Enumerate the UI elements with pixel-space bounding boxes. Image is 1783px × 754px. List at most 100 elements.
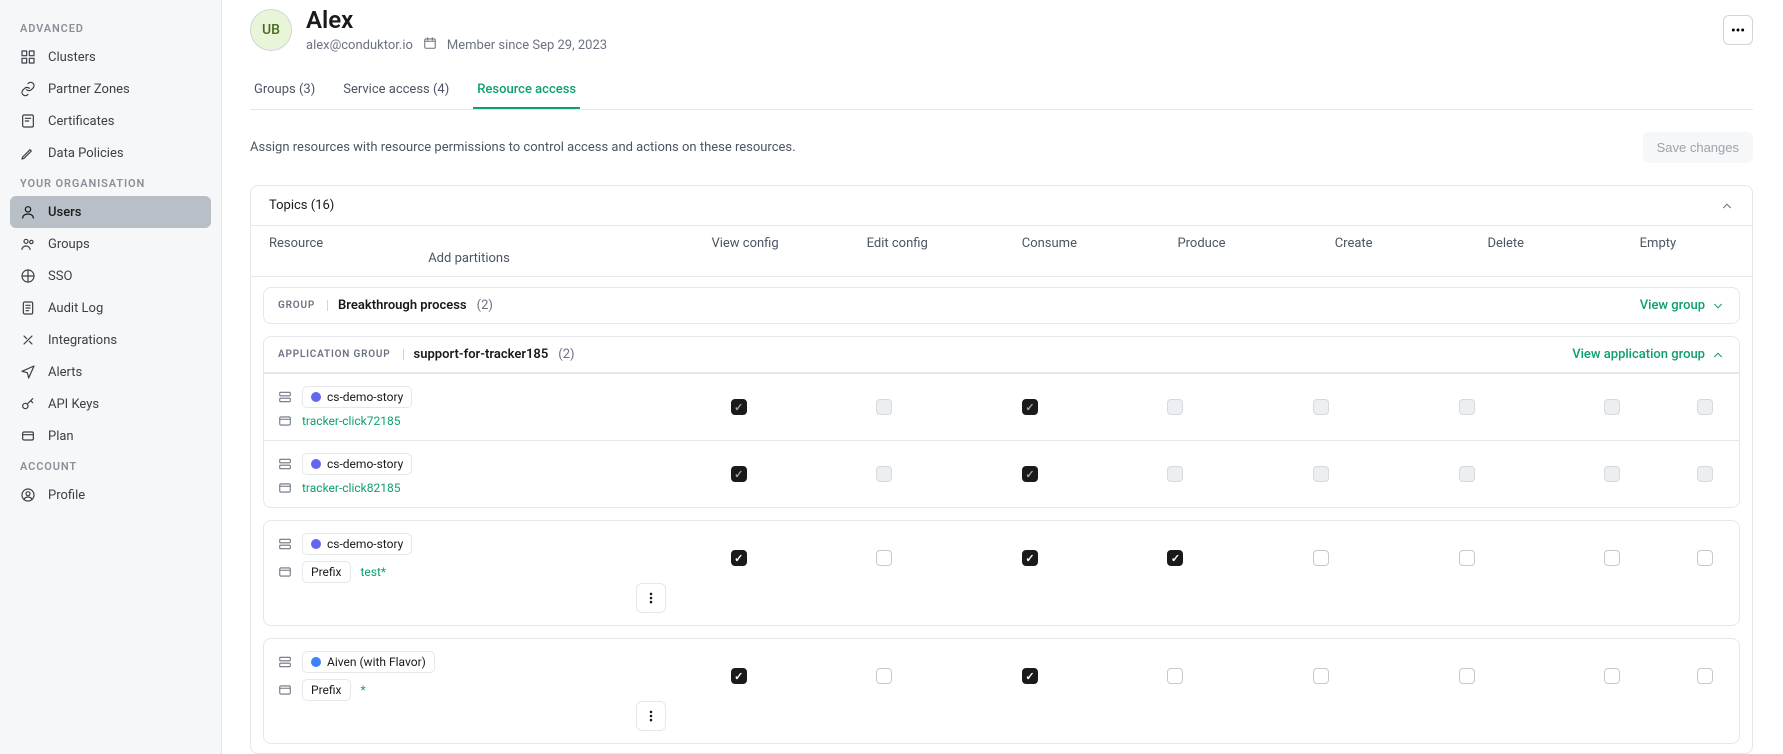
sidebar-item-audit-log[interactable]: Audit Log xyxy=(10,292,211,324)
sidebar-item-data-policies[interactable]: Data Policies xyxy=(10,137,211,169)
permission-checkbox xyxy=(1697,399,1713,415)
permission-checkbox[interactable] xyxy=(1697,668,1713,684)
permission-checkbox[interactable] xyxy=(1697,550,1713,566)
permission-checkbox[interactable] xyxy=(731,550,747,566)
sidebar-item-certificates[interactable]: Certificates xyxy=(10,105,211,137)
permission-checkbox xyxy=(1604,399,1620,415)
topic-icon xyxy=(278,481,292,495)
permission-checkbox xyxy=(1167,466,1183,482)
sidebar-item-users[interactable]: Users xyxy=(10,196,211,228)
cluster-chip[interactable]: Aiven (with Flavor) xyxy=(302,651,435,673)
prefix-chip: Prefix xyxy=(302,679,351,701)
prefix-value[interactable]: * xyxy=(361,683,366,697)
permission-checkbox[interactable] xyxy=(1459,550,1475,566)
app-group-badge: APPLICATION GROUP xyxy=(278,349,404,360)
panel-title: Topics (16) xyxy=(269,198,334,213)
view-app-group-link[interactable]: View application group xyxy=(1572,347,1725,362)
permission-checkbox[interactable] xyxy=(876,550,892,566)
application-group: APPLICATION GROUPsupport-for-tracker185(… xyxy=(263,336,1740,508)
permission-checkbox[interactable] xyxy=(731,668,747,684)
sidebar-item-label: Users xyxy=(48,205,81,220)
permission-checkbox[interactable] xyxy=(1604,550,1620,566)
row-menu-button[interactable] xyxy=(636,701,666,731)
tab-description: Assign resources with resource permissio… xyxy=(250,140,796,155)
user-name: Alex xyxy=(306,6,607,34)
column-header: Edit config xyxy=(821,236,973,251)
sso-icon xyxy=(20,268,36,284)
save-changes-button[interactable]: Save changes xyxy=(1643,132,1753,163)
link-icon xyxy=(20,81,36,97)
cluster-chip[interactable]: cs-demo-story xyxy=(302,453,412,475)
permission-checkbox xyxy=(731,399,747,415)
avatar: UB xyxy=(250,9,292,51)
plan-icon xyxy=(20,428,36,444)
sidebar-item-label: Clusters xyxy=(48,50,96,65)
permission-checkbox xyxy=(876,466,892,482)
sidebar-item-groups[interactable]: Groups xyxy=(10,228,211,260)
sidebar-item-api-keys[interactable]: API Keys xyxy=(10,388,211,420)
permission-checkbox[interactable] xyxy=(1459,668,1475,684)
column-header: Delete xyxy=(1430,236,1582,251)
tab-service[interactable]: Service access (4) xyxy=(339,72,453,109)
permission-checkbox[interactable] xyxy=(1022,550,1038,566)
sidebar-section-title: ADVANCED xyxy=(10,14,211,41)
users-icon xyxy=(20,236,36,252)
column-header: Consume xyxy=(973,236,1125,251)
cert-icon xyxy=(20,113,36,129)
row-menu-button[interactable] xyxy=(636,583,666,613)
sidebar-item-integrations[interactable]: Integrations xyxy=(10,324,211,356)
tab-groups[interactable]: Groups (3) xyxy=(250,72,319,109)
sidebar-item-label: Integrations xyxy=(48,333,117,348)
cluster-chip[interactable]: cs-demo-story xyxy=(302,533,412,555)
column-header: Add partitions xyxy=(269,251,669,266)
topics-panel: Topics (16) ResourceView configEdit conf… xyxy=(250,185,1753,754)
view-group-link[interactable]: View group xyxy=(1640,298,1725,313)
column-header: View config xyxy=(669,236,821,251)
user-header: UB Alex alex@conduktor.io Member since S… xyxy=(250,0,1783,54)
permission-checkbox[interactable] xyxy=(1313,668,1329,684)
column-header: Produce xyxy=(1125,236,1277,251)
sidebar-section-title: ACCOUNT xyxy=(10,452,211,479)
grid-icon xyxy=(20,49,36,65)
sidebar-item-sso[interactable]: SSO xyxy=(10,260,211,292)
sidebar-item-plan[interactable]: Plan xyxy=(10,420,211,452)
permission-checkbox[interactable] xyxy=(1167,668,1183,684)
sidebar-item-profile[interactable]: Profile xyxy=(10,479,211,511)
sidebar: ADVANCED Clusters Partner Zones Certificate… xyxy=(0,0,222,754)
permission-checkbox[interactable] xyxy=(1022,668,1038,684)
chevron-down-icon xyxy=(1711,299,1725,313)
sidebar-item-label: Partner Zones xyxy=(48,82,130,97)
topic-icon xyxy=(278,565,292,579)
resource-link[interactable]: tracker-click82185 xyxy=(302,481,400,495)
topic-icon xyxy=(278,683,292,697)
group-badge: GROUP xyxy=(278,300,328,311)
permission-checkbox[interactable] xyxy=(1313,550,1329,566)
sidebar-item-clusters[interactable]: Clusters xyxy=(10,41,211,73)
permission-checkbox[interactable] xyxy=(876,668,892,684)
chevron-up-icon xyxy=(1711,348,1725,362)
column-header: Create xyxy=(1278,236,1430,251)
prefix-value[interactable]: test* xyxy=(361,565,387,579)
permission-checkbox[interactable] xyxy=(1167,550,1183,566)
prefix-chip: Prefix xyxy=(302,561,351,583)
more-actions-button[interactable] xyxy=(1723,15,1753,45)
permission-checkbox xyxy=(1022,399,1038,415)
integ-icon xyxy=(20,332,36,348)
sidebar-item-label: API Keys xyxy=(48,397,99,412)
chevron-up-icon[interactable] xyxy=(1720,199,1734,213)
resource-link[interactable]: tracker-click72185 xyxy=(302,414,400,428)
main-content: UB Alex alex@conduktor.io Member since S… xyxy=(222,0,1783,754)
sidebar-item-partner-zones[interactable]: Partner Zones xyxy=(10,73,211,105)
sidebar-item-label: Profile xyxy=(48,488,85,503)
permission-checkbox[interactable] xyxy=(1604,668,1620,684)
sidebar-section-title: YOUR ORGANISATION xyxy=(10,169,211,196)
cluster-chip[interactable]: cs-demo-story xyxy=(302,386,412,408)
sidebar-item-label: Certificates xyxy=(48,114,114,129)
tab-resource[interactable]: Resource access xyxy=(473,72,580,109)
sidebar-item-alerts[interactable]: Alerts xyxy=(10,356,211,388)
log-icon xyxy=(20,300,36,316)
resource-row: cs-demo-story Prefix test* xyxy=(263,520,1740,626)
permission-checkbox xyxy=(731,466,747,482)
sidebar-item-label: Plan xyxy=(48,429,74,444)
cluster-icon xyxy=(278,457,292,471)
